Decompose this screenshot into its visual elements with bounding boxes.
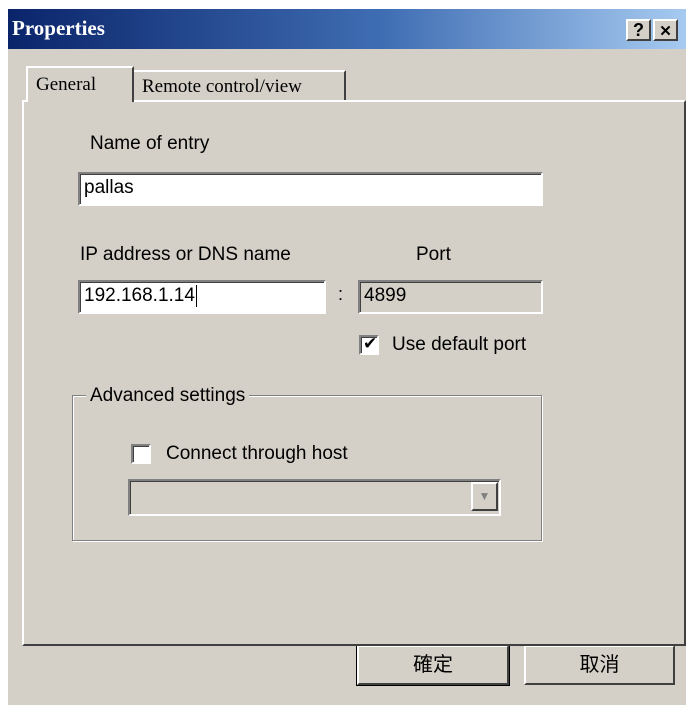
tab-panel-general xyxy=(22,100,686,646)
tab-general[interactable]: General xyxy=(26,66,134,102)
window-title: Properties xyxy=(12,16,105,40)
tab-remote-label: Remote control/view xyxy=(142,76,302,97)
properties-dialog: Properties ? ✕ General Remote control/vi… xyxy=(8,9,686,705)
ok-button[interactable]: 確定 xyxy=(356,644,510,686)
tab-general-label: General xyxy=(36,74,97,95)
close-button[interactable]: ✕ xyxy=(653,19,678,41)
tab-remote-control-view[interactable]: Remote control/view xyxy=(132,70,346,100)
help-button[interactable]: ? xyxy=(626,19,651,41)
title-bar[interactable]: Properties ? ✕ xyxy=(8,9,686,49)
close-icon: ✕ xyxy=(659,23,672,40)
help-icon: ? xyxy=(633,20,644,40)
cancel-button[interactable]: 取消 xyxy=(524,645,675,685)
